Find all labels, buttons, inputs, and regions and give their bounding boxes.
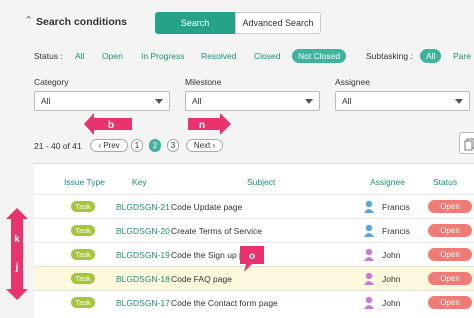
status-filter-row: Status : All Open In Progress Resolved C…	[34, 49, 474, 63]
status-option-closed[interactable]: Closed	[254, 51, 280, 61]
pagination: 21 - 40 of 41 ‹ Prev 1 2 3 Next ›	[34, 139, 334, 153]
shortcut-j-arrow-down-icon: j	[6, 250, 28, 300]
status-badge: Open	[428, 248, 472, 261]
subtasking-option-all[interactable]: All	[420, 49, 442, 63]
issue-key-link[interactable]: BLGDSGN-19	[116, 250, 170, 260]
status-option-not-closed[interactable]: Not Closed	[292, 49, 347, 63]
subtasking-option-parent[interactable]: Pare	[453, 51, 471, 61]
assignee-name: John	[382, 298, 401, 308]
prev-page-button[interactable]: ‹ Prev	[90, 139, 128, 152]
status-option-resolved[interactable]: Resolved	[201, 51, 236, 61]
issue-type-badge: Task	[71, 225, 95, 236]
status-option-all[interactable]: All	[75, 51, 84, 61]
milestone-select[interactable]: All	[185, 91, 320, 111]
status-badge: Open	[428, 224, 472, 237]
status-badge: Open	[428, 296, 472, 309]
issue-subject[interactable]: Code Update page	[171, 202, 242, 212]
header-assignee[interactable]: Assignee	[370, 177, 405, 187]
issue-key-link[interactable]: BLGDSGN-17	[116, 298, 170, 308]
page-2-current[interactable]: 2	[149, 139, 161, 152]
assignee-name: Francis	[382, 226, 410, 236]
shortcut-j-label: j	[15, 262, 19, 273]
shortcut-k-label: k	[14, 234, 20, 245]
category-value: All	[41, 96, 51, 106]
issue-type-badge: Task	[71, 249, 95, 260]
issue-subject[interactable]: Code FAQ page	[171, 274, 232, 284]
tab-advanced-search[interactable]: Advanced Search	[235, 12, 321, 34]
chevron-up-icon[interactable]: ⌃	[24, 14, 33, 27]
header-status[interactable]: Status	[433, 177, 457, 187]
shortcut-b-arrow-left-icon: b	[84, 113, 132, 135]
issue-type-badge: Task	[71, 273, 95, 284]
status-option-open[interactable]: Open	[102, 51, 123, 61]
page-1[interactable]: 1	[131, 139, 143, 152]
search-conditions-bar: ⌃ Search conditions Search Advanced Sear…	[0, 0, 474, 44]
assignee-label: Assignee	[335, 77, 370, 87]
category-select[interactable]: All	[34, 91, 170, 111]
milestone-label: Milestone	[185, 77, 222, 87]
tab-search[interactable]: Search	[155, 12, 235, 34]
issue-type-badge: Task	[71, 201, 95, 212]
table-row[interactable]: Task BLGDSGN-17 Code the Contact form pa…	[34, 290, 474, 314]
avatar-icon	[364, 224, 374, 237]
assignee-value: All	[342, 96, 352, 106]
header-issue-type[interactable]: Issue Type	[64, 177, 105, 187]
assignee-select[interactable]: All	[335, 91, 470, 111]
shortcut-n-arrow-right-icon: n	[188, 113, 231, 135]
assignee-name: John	[382, 250, 401, 260]
header-subject[interactable]: Subject	[247, 177, 275, 187]
status-badge: Open	[428, 200, 472, 213]
issue-subject[interactable]: Code the Contact form page	[171, 298, 278, 308]
next-page-button[interactable]: Next ›	[186, 139, 223, 152]
table-row[interactable]: Task BLGDSGN-20 Create Terms of Service …	[34, 218, 474, 242]
avatar-icon	[364, 272, 374, 285]
search-conditions-title: Search conditions	[36, 16, 128, 28]
shortcut-o-callout-icon: o	[240, 246, 264, 272]
issue-type-badge: Task	[71, 297, 95, 308]
status-option-in-progress[interactable]: In Progress	[141, 51, 184, 61]
shortcut-b-label: b	[108, 120, 114, 131]
avatar-icon	[364, 296, 374, 309]
result-range: 21 - 40 of 41	[34, 141, 82, 151]
milestone-value: All	[192, 96, 202, 106]
avatar-icon	[364, 200, 374, 213]
status-label: Status :	[34, 51, 63, 61]
shortcut-o-label: o	[249, 251, 255, 262]
caret-down-icon	[155, 99, 163, 104]
avatar-icon	[364, 248, 374, 261]
assignee-name: John	[382, 274, 401, 284]
issue-key-link[interactable]: BLGDSGN-20	[116, 226, 170, 236]
status-badge: Open	[428, 272, 472, 285]
header-key[interactable]: Key	[132, 177, 147, 187]
page-3[interactable]: 3	[167, 139, 179, 152]
caret-down-icon	[455, 99, 463, 104]
category-label: Category	[34, 77, 69, 87]
caret-down-icon	[305, 99, 313, 104]
issue-key-link[interactable]: BLGDSGN-18	[116, 274, 170, 284]
copy-icon-button[interactable]	[459, 132, 474, 154]
issue-subject[interactable]: Create Terms of Service	[171, 226, 262, 236]
subtasking-label: Subtasking :	[366, 51, 413, 61]
issue-key-link[interactable]: BLGDSGN-21	[116, 202, 170, 212]
copy-icon	[464, 138, 474, 151]
table-row[interactable]: Task BLGDSGN-21 Code Update page Francis…	[34, 194, 474, 218]
shortcut-n-label: n	[199, 120, 205, 131]
assignee-name: Francis	[382, 202, 410, 212]
